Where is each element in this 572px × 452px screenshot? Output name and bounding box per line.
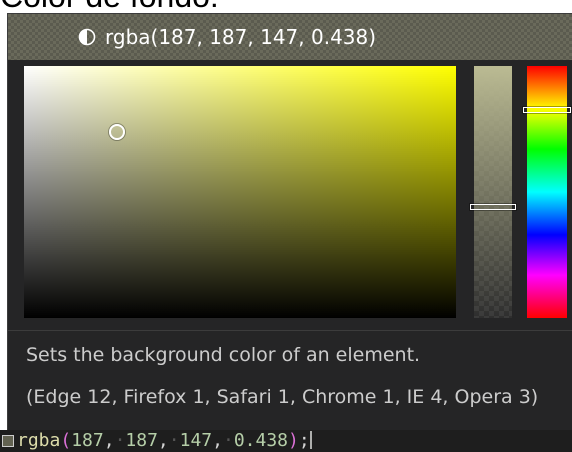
property-description: Sets the background color of an element. (26, 344, 421, 366)
code-arg-red: 187 (71, 430, 104, 451)
hue-slider-handle[interactable] (523, 107, 571, 113)
color-swatch-icon[interactable] (2, 435, 14, 447)
color-preview-header[interactable]: rgba(187, 187, 147, 0.438) (8, 14, 572, 60)
background-document-text: Color de fondo: (0, 0, 219, 15)
code-separator: , (157, 430, 169, 451)
code-whitespace-dot: · (114, 430, 126, 451)
code-close-paren: ) (288, 430, 299, 451)
code-separator: , (103, 430, 115, 451)
color-format-toggle[interactable]: rgba(187, 187, 147, 0.438) (78, 24, 376, 50)
code-terminator: ; (298, 430, 310, 451)
code-open-paren: ( (60, 430, 72, 451)
color-value-text: rgba(187, 187, 147, 0.438) (105, 25, 377, 49)
divider (8, 330, 572, 331)
code-arg-alpha: 0.438 (233, 430, 288, 451)
saturation-cursor-handle[interactable] (109, 124, 125, 140)
code-separator: , (212, 430, 223, 451)
editor-code-line[interactable]: rgba(187,·187,·147,·0.438); (0, 430, 572, 452)
text-cursor (309, 431, 312, 449)
hue-slider[interactable] (523, 66, 571, 318)
opacity-gradient (474, 66, 512, 318)
opacity-slider-handle[interactable] (470, 204, 516, 210)
code-whitespace-dot: · (168, 430, 180, 451)
code-arg-blue: 147 (179, 430, 213, 451)
color-picker-popup: rgba(187, 187, 147, 0.438) Sets the back… (8, 14, 572, 430)
opacity-slider[interactable] (470, 66, 516, 318)
contrast-icon (78, 28, 96, 46)
code-function-name: rgba (17, 430, 61, 451)
code-whitespace-dot: · (222, 430, 234, 451)
saturation-value-area[interactable] (24, 66, 456, 318)
code-arg-green: 187 (125, 430, 158, 451)
browser-compatibility: (Edge 12, Firefox 1, Safari 1, Chrome 1,… (26, 386, 539, 408)
